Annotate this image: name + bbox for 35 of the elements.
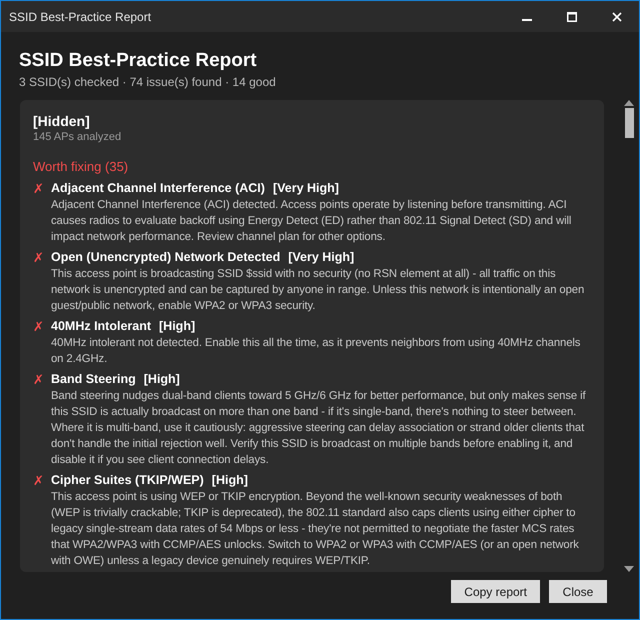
issue-mark: ✗	[33, 371, 45, 389]
section-heading: Worth fixing (35)	[33, 158, 130, 176]
issue-title: Adjacent Channel Interference (ACI)	[51, 180, 265, 197]
scroll-down-icon[interactable]	[624, 566, 634, 572]
window-title: SSID Best-Practice Report	[9, 8, 152, 26]
issue-mark: ✗	[33, 472, 45, 490]
ap-count: 145 APs analyzed	[33, 130, 122, 144]
issue-title: Cipher Suites (TKIP/WEP)	[51, 472, 204, 489]
issue-severity: [High]	[212, 472, 248, 489]
issue-description: 40MHz intolerant not detected. Enable this all the time, as it prevents neighbors from using 40MHz channels on 2.4GHz.	[51, 336, 582, 367]
close-icon	[612, 12, 622, 22]
minimize-icon	[522, 19, 532, 21]
issue-title: Band Steering	[51, 371, 136, 388]
dialog-button[interactable]: Close	[549, 580, 607, 603]
issue-severity: [High]	[144, 371, 180, 388]
scroll-up-icon[interactable]	[624, 100, 634, 106]
dialog-button[interactable]: Copy report	[451, 580, 540, 603]
issue-title: 40MHz Intolerant	[51, 318, 152, 335]
issue-description: This access point is broadcasting SSID $ssid with no security (no RSN element at all) - all traffic on this network is unencrypted and can be captured by anyone in range. Unless this network is intentionally an open guest/public network, enable WPA2 or WPA3 security.	[51, 267, 586, 314]
report-summary: 3 SSID(s) checked · 74 issue(s) found · 14 good	[19, 74, 277, 90]
issue-description: This access point is using WEP or TKIP encryption. Beyond the well-known security weaknesses of both (WEP is trivially crackable; TKIP is deprecated), the 802.11 standard also caps clients using either cipher to legacy single-stream data rates of 54 Mbps or less - they're not permitted to negotiate the faster MCS rates that WPA2/WPA3 with CCMP/AES unlocks. Switch to WPA2 or WPA3 with CCMP/AES (or an open network with OWE) unless a legacy device genuinely requires WEP/TKIP.	[51, 490, 580, 569]
issue-description: Adjacent Channel Interference (ACI) detected. Access points operate by listening before transmitting. ACI causes radios to evaluate backoff using Energy Detect (ED) rather than 802.11 Signal Detect (SD) and will impact network performance. Review channel plan for other options.	[51, 198, 572, 245]
ssid-name: [Hidden]	[33, 112, 91, 130]
issue-mark: ✗	[33, 180, 45, 198]
issue-mark: ✗	[33, 318, 45, 336]
issue-severity: [Very High]	[272, 180, 339, 197]
issue-title: Open (Unencrypted) Network Detected	[51, 249, 280, 266]
issue-description: Band steering nudges dual-band clients toward 5 GHz/6 GHz for better performance, but only makes sense if this SSID is actually broadcast on more than one band - if it's single-band, there's nothing to steer between. Where it is multi-band, use it cautiously: aggressive steering can delay association or strand older clients that don't handle the initial rejection well. Verify this SSID is broadcast on multiple bands before enabling it, and disable it if you see client connection delays.	[51, 389, 587, 468]
scrollbar[interactable]	[622, 100, 636, 572]
issue-severity: [Very High]	[288, 249, 354, 266]
maximize-icon	[566, 12, 576, 22]
scroll-thumb[interactable]	[624, 108, 634, 138]
report-title: SSID Best-Practice Report	[19, 49, 258, 73]
issue-severity: [High]	[159, 318, 196, 335]
issue-mark: ✗	[33, 249, 45, 267]
